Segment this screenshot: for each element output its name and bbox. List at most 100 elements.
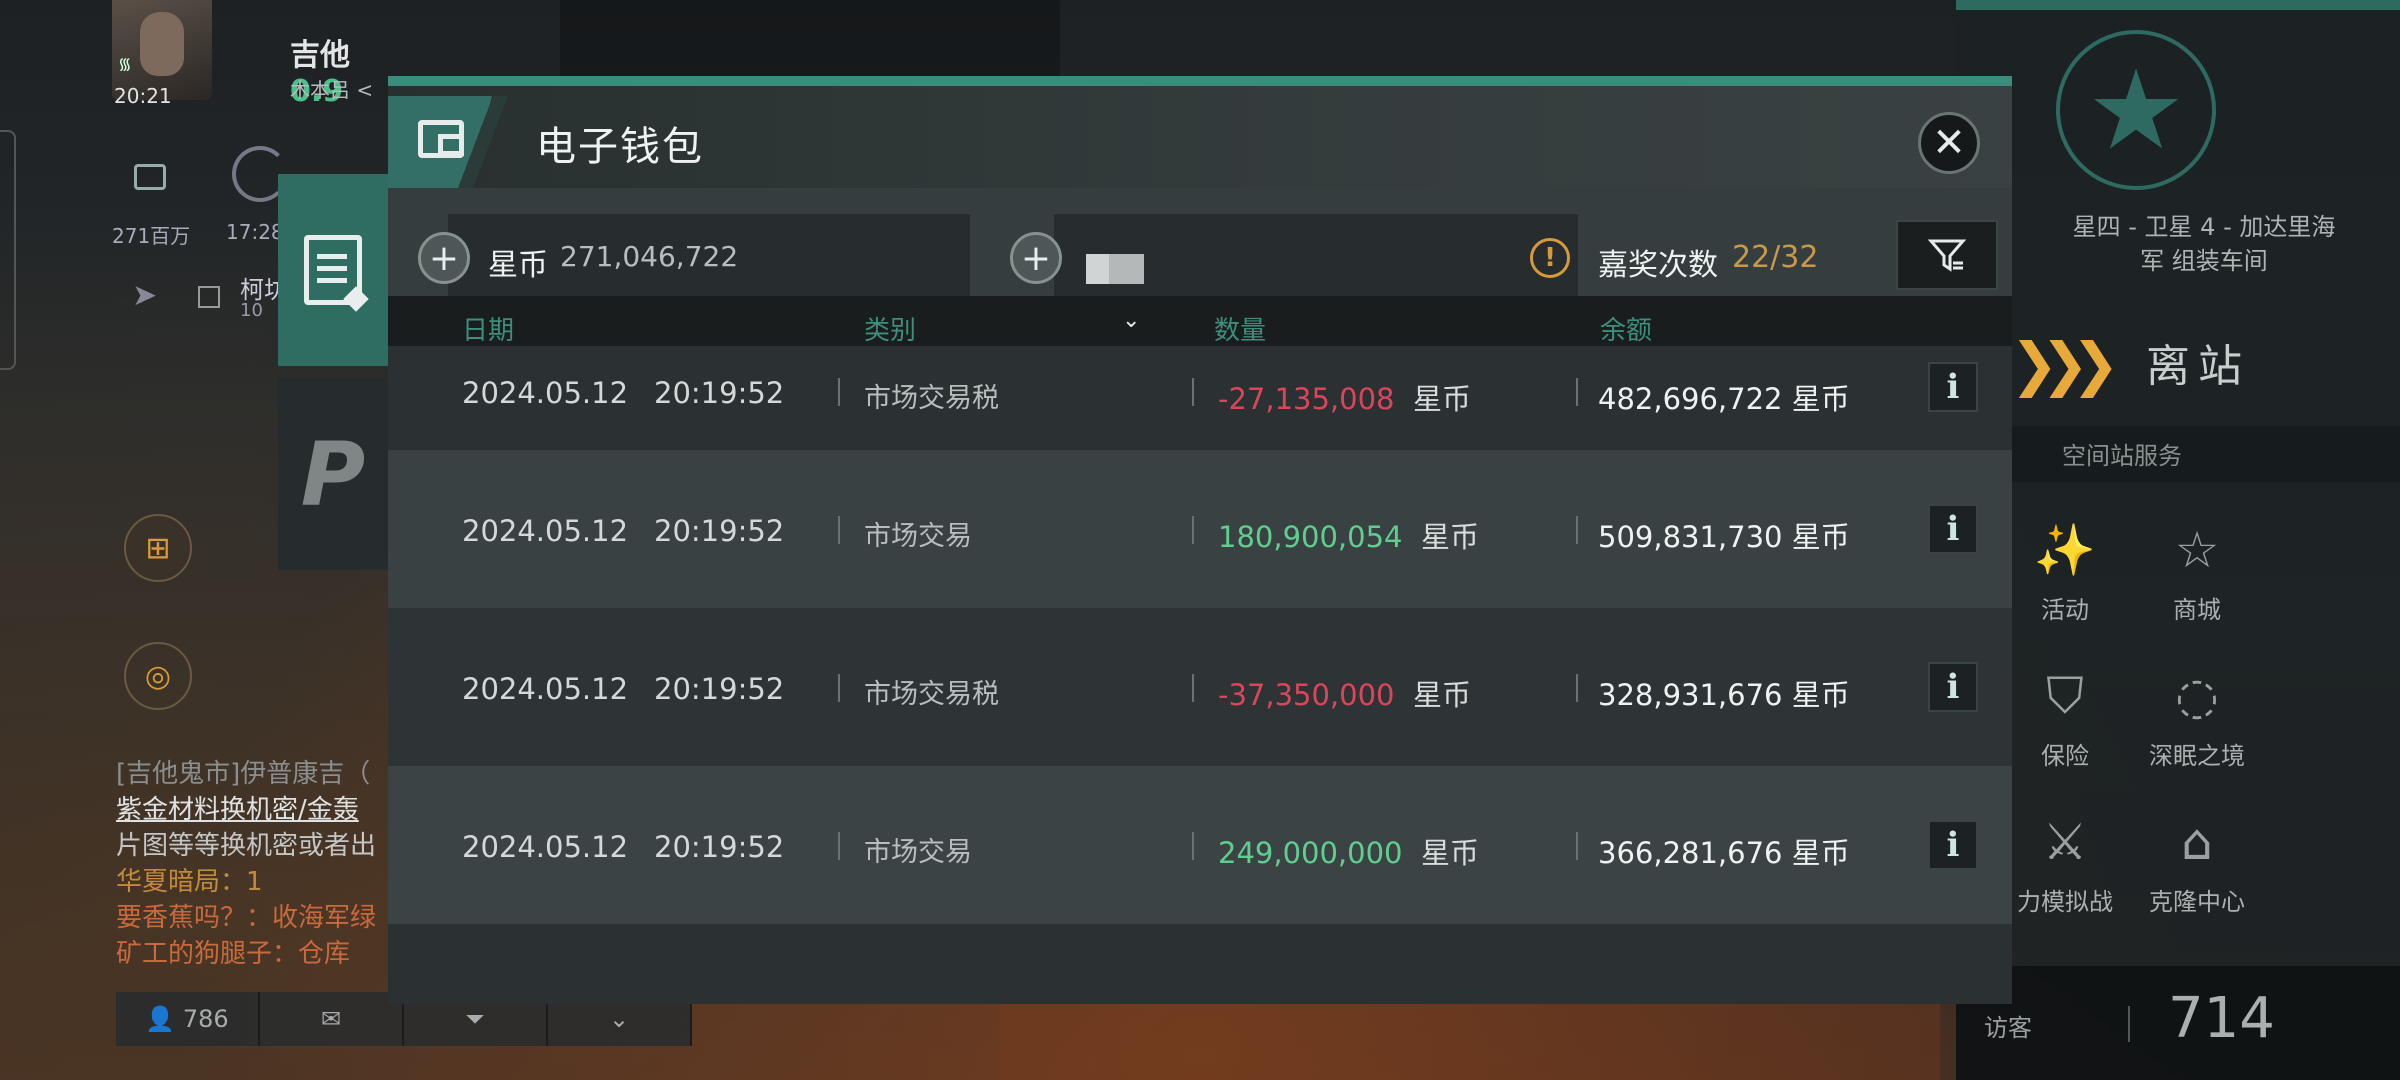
row-amount: -27,135,008 bbox=[1218, 382, 1395, 416]
service-label: 活动 bbox=[2041, 596, 2089, 624]
info-button[interactable]: i bbox=[1928, 362, 1978, 412]
chat-line: 片图等等换机密或者出 bbox=[116, 831, 377, 861]
warning-icon[interactable]: ! bbox=[1530, 238, 1570, 278]
row-category: 市场交易 bbox=[864, 521, 972, 552]
player-corp[interactable]: 木本吕 < bbox=[290, 74, 373, 103]
row-category: 市场交易 bbox=[864, 837, 972, 868]
row-balance: 366,281,676 星币 bbox=[1598, 836, 1850, 870]
row-amount: -37,350,000 bbox=[1218, 678, 1395, 712]
table-header bbox=[388, 296, 2012, 346]
wallet-icon[interactable] bbox=[134, 164, 166, 190]
undock-button[interactable]: 离站 bbox=[2146, 330, 2250, 394]
party-popper-icon: ✨ bbox=[2033, 521, 2097, 579]
mail-button[interactable]: ✉ bbox=[260, 992, 404, 1046]
add-secondary-currency-button[interactable]: + bbox=[1010, 232, 1062, 284]
service-insurance[interactable]: ⛉ 保险 bbox=[1990, 656, 2140, 771]
route-checkbox[interactable] bbox=[198, 286, 220, 308]
plus-icon: + bbox=[1020, 237, 1052, 279]
row-time: 20:19:52 bbox=[654, 830, 785, 864]
player-name-text: 吉他 bbox=[290, 38, 350, 73]
location-sub: 10 bbox=[240, 300, 263, 321]
chat-line: 华夏暗局：1 bbox=[116, 867, 263, 897]
filter-button[interactable] bbox=[1896, 220, 1998, 290]
row-date: 2024.05.12 bbox=[462, 672, 629, 706]
row-amount-unit: 星币 bbox=[1420, 836, 1479, 870]
add-currency-button[interactable]: + bbox=[418, 232, 470, 284]
visitor-label: 访客 bbox=[1984, 1014, 2032, 1042]
chat-line[interactable]: 紫金材料换机密/金轰 bbox=[116, 792, 406, 828]
side-drawer-handle[interactable] bbox=[0, 130, 16, 370]
service-label: 克隆中心 bbox=[2149, 888, 2245, 916]
time-short: 17:28 bbox=[226, 220, 284, 244]
info-button[interactable]: i bbox=[1928, 504, 1978, 554]
visitor-count[interactable]: 714 bbox=[2168, 986, 2275, 1051]
wallet-side-tabs: P bbox=[278, 174, 388, 572]
target-icon[interactable]: ◎ bbox=[124, 642, 192, 710]
service-label: 深眠之境 bbox=[2149, 742, 2245, 770]
service-deep-sleep[interactable]: ◌ 深眠之境 bbox=[2122, 656, 2272, 771]
info-icon: i bbox=[1946, 667, 1960, 707]
bonus-value: 22/32 bbox=[1732, 240, 1819, 275]
divider bbox=[1576, 674, 1578, 702]
table-row[interactable]: 2024.05.12 20:19:52 市场交易税 -27,135,008 星币… bbox=[388, 346, 2012, 450]
divider bbox=[838, 516, 840, 544]
simulation-icon: ⚔ bbox=[2042, 813, 2088, 871]
document-icon bbox=[304, 235, 362, 305]
service-simulation[interactable]: ⚔ 力模拟战 bbox=[1990, 802, 2140, 917]
faction-emblem-icon: ★ bbox=[2056, 30, 2216, 190]
chat-line: [吉他鬼市]伊普康吉（ bbox=[116, 759, 371, 789]
chevron-down-icon[interactable]: ⌄ bbox=[1122, 308, 1140, 333]
service-activity[interactable]: ✨ 活动 bbox=[1990, 510, 2140, 625]
clock: 20:21 bbox=[114, 84, 172, 108]
table-row[interactable]: 2024.05.12 20:19:52 市场交易税 -37,350,000 星币… bbox=[388, 608, 2012, 766]
service-label: 保险 bbox=[2041, 742, 2089, 770]
close-button[interactable]: ✕ bbox=[1918, 112, 1980, 174]
currency-value: 271,046,722 bbox=[560, 240, 739, 273]
bonus-label: 嘉奖次数 bbox=[1598, 248, 1718, 283]
table-row[interactable]: 2024.05.12 20:19:52 市场交易 180,900,054 星币 … bbox=[388, 450, 2012, 608]
tab-transactions[interactable] bbox=[278, 174, 388, 366]
undock-arrows-icon[interactable]: ❯❯❯ bbox=[2010, 330, 2120, 398]
row-time: 20:19:52 bbox=[654, 514, 785, 548]
row-balance: 482,696,722 星币 bbox=[1598, 382, 1850, 416]
row-date: 2024.05.12 bbox=[462, 830, 629, 864]
members-button[interactable]: 👤 786 bbox=[116, 992, 260, 1046]
chat-line: 要香蕉吗？：收海军绿 bbox=[116, 903, 377, 933]
tab-plex[interactable]: P bbox=[278, 378, 388, 570]
column-header-category: 类别 bbox=[864, 316, 917, 346]
modal-accent-line bbox=[388, 76, 2012, 86]
divider bbox=[838, 674, 840, 702]
info-button[interactable]: i bbox=[1928, 662, 1978, 712]
deep-sleep-icon: ◌ bbox=[2175, 667, 2219, 725]
row-amount: 180,900,054 bbox=[1218, 520, 1403, 554]
column-header-amount: 数量 bbox=[1214, 316, 1267, 346]
divider bbox=[1576, 516, 1578, 544]
divider bbox=[1192, 516, 1194, 544]
divider bbox=[2128, 1006, 2130, 1042]
store-icon: ☆ bbox=[2174, 521, 2220, 579]
row-time: 20:19:52 bbox=[654, 672, 785, 706]
row-date: 2024.05.12 bbox=[462, 376, 629, 410]
row-amount: 249,000,000 bbox=[1218, 836, 1403, 870]
divider bbox=[1192, 832, 1194, 860]
info-button[interactable]: i bbox=[1928, 820, 1978, 870]
gift-icon[interactable]: ⊞ bbox=[124, 514, 192, 582]
row-balance: 328,931,676 星币 bbox=[1598, 678, 1850, 712]
service-clone-center[interactable]: ⌂ 克隆中心 bbox=[2122, 802, 2272, 917]
chat-panel[interactable]: [吉他鬼市]伊普康吉（ 紫金材料换机密/金轰 片图等等换机密或者出 华夏暗局：1… bbox=[116, 756, 406, 972]
background-structure bbox=[560, 0, 1060, 80]
column-header-date[interactable]: 日期 bbox=[462, 310, 514, 347]
navigation-icon[interactable]: ➤ bbox=[132, 278, 157, 313]
row-date: 2024.05.12 bbox=[462, 514, 629, 548]
table-row[interactable]: 2024.05.12 20:19:52 市场交易 249,000,000 星币 … bbox=[388, 766, 2012, 924]
row-category: 市场交易税 bbox=[864, 383, 999, 414]
wallet-modal: 电子钱包 ✕ + 星币 271,046,722 + ! 嘉奖次数 22/32 日… bbox=[388, 76, 2012, 1004]
right-hud: ★ 星四 - 卫星 4 - 加达里海 军 组装车间 ❯❯❯ 离站 空间站服务 ✨… bbox=[1956, 0, 2400, 1080]
isk-short: 271百万 bbox=[112, 224, 191, 248]
close-icon: ✕ bbox=[1932, 120, 1966, 166]
row-amount-unit: 星币 bbox=[1412, 382, 1471, 416]
info-icon: i bbox=[1946, 825, 1960, 865]
divider bbox=[1576, 378, 1578, 406]
service-store[interactable]: ☆ 商城 bbox=[2122, 510, 2272, 625]
person-icon: 👤 bbox=[145, 1005, 183, 1033]
